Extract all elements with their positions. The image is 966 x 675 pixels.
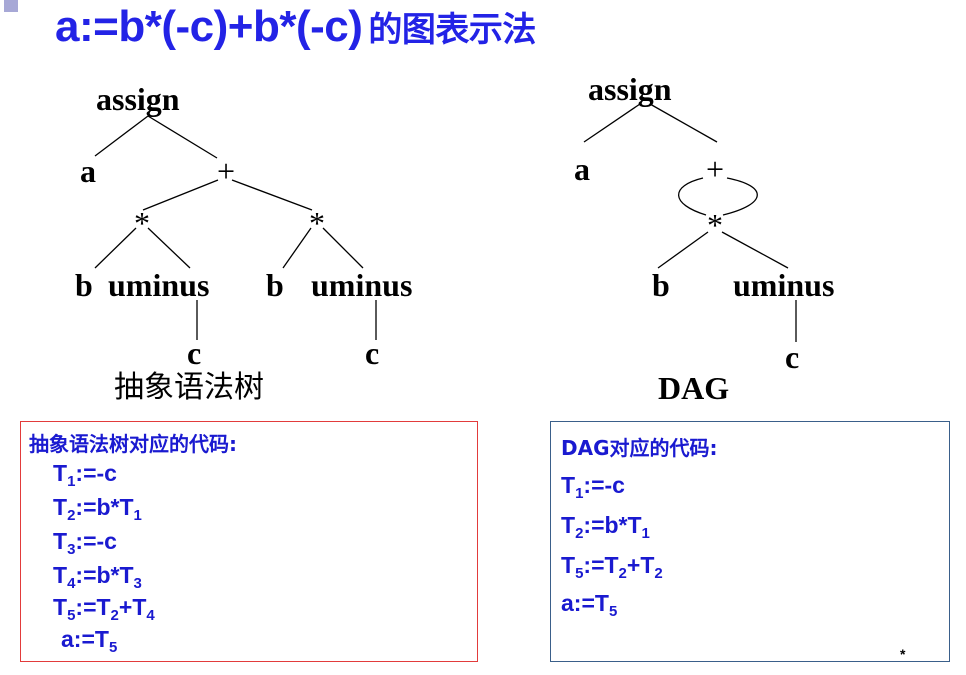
ast-edge-star1-b [94, 227, 137, 269]
dag-edge-assign-plus [649, 103, 718, 143]
ast-node-a: a [80, 153, 96, 189]
dag-node-star: * [707, 207, 723, 243]
ast-edge-assign-a [94, 115, 149, 157]
dag-node-a: a [574, 151, 590, 187]
ast-edge-star1-uminus [147, 227, 191, 269]
dag-node-uminus: uminus [733, 267, 834, 303]
dag-edges [583, 103, 797, 342]
dag-edge-assign-a [583, 103, 641, 143]
ast-edge-star2-b [282, 227, 312, 269]
ast-node-star-2: * [309, 205, 325, 241]
dag-code-box: DAG对应的代码: T1:=-c T2:=b*T1 T5:=T2+T2 a:=T… [550, 421, 950, 662]
dag-edge-star-uminus [721, 231, 789, 269]
footer-mark: * [900, 646, 906, 662]
ast-node-uminus-2: uminus [311, 267, 412, 303]
dag-edge-plus-star-right [722, 177, 758, 216]
ast-code-line: T4:=b*T3 [53, 562, 142, 592]
dag-edge-plus-star-left [677, 177, 707, 216]
ast-node-star-1: * [134, 205, 150, 241]
ast-code-title: 抽象语法树对应的代码: [29, 432, 237, 456]
dag-edge-star-b [657, 231, 709, 269]
ast-code-box: 抽象语法树对应的代码: T1:=-c T2:=b*T1 T3:=-c T4:=b… [20, 421, 478, 662]
ast-edge-star2-uminus [322, 227, 364, 269]
ast-node-plus: + [217, 153, 235, 189]
ast-code-line: T3:=-c [53, 528, 117, 558]
ast-node-b-1: b [75, 267, 93, 303]
dag-node-c: c [785, 339, 799, 375]
dag-code-line: a:=T5 [561, 590, 618, 620]
ast-edge-plus-star1 [142, 179, 219, 211]
ast-node-assign: assign [96, 81, 180, 117]
ast-code-line: a:=T5 [61, 626, 118, 656]
ast-code-line: T1:=-c [53, 460, 117, 490]
dag-node-assign: assign [588, 71, 672, 107]
dag-code-line: T2:=b*T1 [561, 512, 650, 542]
ast-edge-plus-star2 [231, 179, 313, 211]
ast-node-c-2: c [365, 335, 379, 371]
ast-code-line: T5:=T2+T4 [53, 594, 155, 624]
ast-caption: 抽象语法树 [114, 370, 264, 405]
dag-code-title: DAG对应的代码: [561, 436, 718, 460]
dag-node-b: b [652, 267, 670, 303]
dag-caption: DAG [658, 370, 730, 406]
dag-node-plus: + [706, 151, 724, 187]
dag-code-line: T5:=T2+T2 [561, 552, 663, 582]
ast-node-b-2: b [266, 267, 284, 303]
ast-code-line: T2:=b*T1 [53, 494, 142, 524]
ast-node-uminus-1: uminus [108, 267, 209, 303]
dag-code-line: T1:=-c [561, 472, 625, 502]
ast-edge-assign-plus [147, 115, 218, 159]
